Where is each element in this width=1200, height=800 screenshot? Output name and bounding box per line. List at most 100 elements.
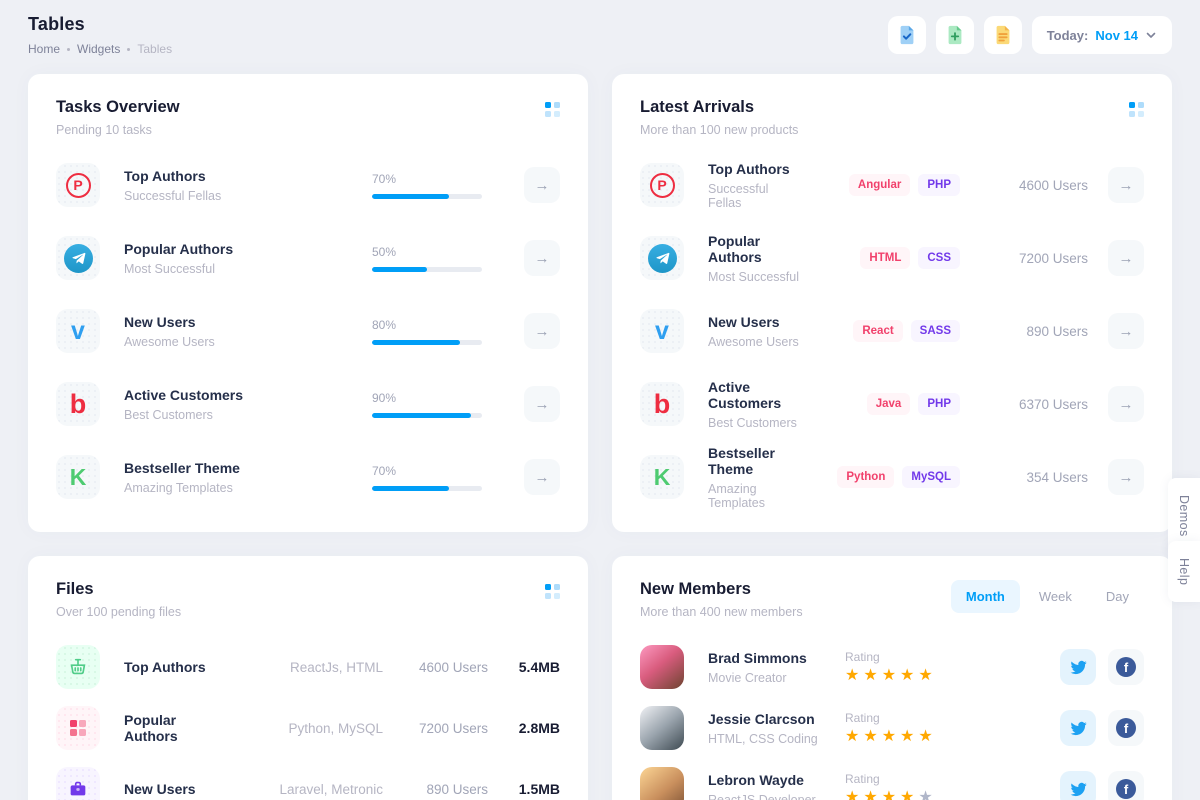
product-hunt-icon: P [56,163,100,207]
task-progress: 50% [372,245,482,272]
task-row: v New UsersAwesome Users 80% → [56,309,560,353]
files-card-subtitle: Over 100 pending files [56,605,181,619]
card-menu-icon[interactable] [1129,102,1144,117]
tag-badge: Java [867,393,911,415]
files-card-header: Files Over 100 pending files [56,580,560,619]
rating-label: Rating [845,772,1060,786]
breadcrumb-home[interactable]: Home [28,42,60,56]
member-role: Movie Creator [708,671,845,685]
kickstarter-icon: K [56,455,100,499]
kickstarter-icon: K [640,455,684,499]
task-title: New Users [124,314,372,330]
task-progress: 90% [372,391,482,418]
tag-badge: MySQL [902,466,960,488]
arrivals-card-title: Latest Arrivals [640,98,798,117]
file-check-button[interactable] [888,16,926,54]
member-name: Jessie Clarcson [708,711,845,727]
facebook-icon: f [1116,657,1136,677]
row-arrow-button[interactable]: → [524,167,560,203]
tasks-card-title: Tasks Overview [56,98,180,117]
chevron-down-icon [1145,29,1157,41]
row-arrow-button[interactable]: → [1108,386,1144,422]
twitter-icon [1070,659,1087,676]
file-row: Popular Authors Python, MySQL 7200 Users… [56,706,560,750]
facebook-button[interactable]: f [1108,710,1144,746]
member-rating: Rating ★★★★★ [845,711,1060,745]
date-selector[interactable]: Today: Nov 14 [1032,16,1172,54]
tab-month[interactable]: Month [951,580,1020,613]
member-role: HTML, CSS Coding [708,732,845,746]
arrival-title: Active Customers [708,379,805,411]
breadcrumb-separator [127,48,130,51]
dashboard-grid: Tasks Overview Pending 10 tasks P Top Au… [0,56,1200,800]
row-arrow-button[interactable]: → [524,313,560,349]
row-arrow-button[interactable]: → [1108,313,1144,349]
facebook-icon: f [1116,779,1136,799]
task-title: Top Authors [124,168,372,184]
file-title: New Users [124,781,233,797]
telegram-icon [56,236,100,280]
twitter-button[interactable] [1060,710,1096,746]
facebook-button[interactable]: f [1108,649,1144,685]
member-social: f [1060,710,1144,746]
tag-badge: PHP [918,393,960,415]
member-row: Lebron WaydeReactJS Developer Rating ★★★… [640,767,1144,800]
task-subtitle: Best Customers [124,408,372,422]
arrival-row: P Top AuthorsSuccessful Fellas AngularPH… [640,163,1144,207]
task-title: Bestseller Theme [124,460,372,476]
twitter-button[interactable] [1060,649,1096,685]
task-subtitle: Amazing Templates [124,481,372,495]
row-arrow-button[interactable]: → [1108,167,1144,203]
star-rating: ★★★★★ [845,668,1060,684]
file-users: 890 Users [383,782,488,797]
file-plus-button[interactable] [936,16,974,54]
file-lines-button[interactable] [984,16,1022,54]
basket-icon [56,645,100,689]
arrival-row: b Active CustomersBest Customers JavaPHP… [640,382,1144,426]
tasks-card-subtitle: Pending 10 tasks [56,123,180,137]
telegram-icon [640,236,684,280]
users-count: 890 Users [988,324,1088,339]
facebook-button[interactable]: f [1108,771,1144,800]
task-row: b Active CustomersBest Customers 90% → [56,382,560,426]
task-progress: 70% [372,464,482,491]
file-size: 2.8MB [488,720,560,736]
row-arrow-button[interactable]: → [1108,240,1144,276]
arrivals-rows: P Top AuthorsSuccessful Fellas AngularPH… [640,163,1144,499]
file-tech: ReactJs, HTML [233,660,383,675]
member-row: Brad SimmonsMovie Creator Rating ★★★★★ f [640,645,1144,689]
row-arrow-button[interactable]: → [524,459,560,495]
row-arrow-button[interactable]: → [1108,459,1144,495]
member-rating: Rating ★★★★★ [845,772,1060,800]
twitter-button[interactable] [1060,771,1096,800]
tab-week[interactable]: Week [1024,580,1087,613]
row-arrow-button[interactable]: → [524,386,560,422]
twitter-icon [1070,781,1087,798]
breadcrumb-widgets[interactable]: Widgets [77,42,120,56]
card-menu-icon[interactable] [545,584,560,599]
card-menu-icon[interactable] [545,102,560,117]
members-card-title: New Members [640,580,803,599]
progress-percent: 80% [372,318,482,332]
help-side-tab[interactable]: Help [1168,541,1200,602]
member-name: Lebron Wayde [708,772,845,788]
avatar [640,706,684,750]
grid-icon [56,706,100,750]
topbar: Tables Home Widgets Tables [0,0,1200,56]
row-arrow-button[interactable]: → [524,240,560,276]
member-row: Jessie Clarcson HTML, CSS Coding Rating ★… [640,706,1144,750]
files-card: Files Over 100 pending files Top Authors… [28,556,588,800]
tag-badge: Angular [849,174,910,196]
progress-percent: 70% [372,464,482,478]
file-row: Top Authors ReactJs, HTML 4600 Users 5.4… [56,645,560,689]
tab-day[interactable]: Day [1091,580,1144,613]
briefcase-icon [56,767,100,800]
tasks-card-header: Tasks Overview Pending 10 tasks [56,98,560,137]
top-actions: Today: Nov 14 [888,16,1172,54]
tasks-rows: P Top AuthorsSuccessful Fellas 70% → Pop… [56,163,560,499]
file-check-icon [896,24,918,46]
users-count: 7200 Users [988,251,1088,266]
members-card-subtitle: More than 400 new members [640,605,803,619]
task-title: Popular Authors [124,241,372,257]
users-count: 4600 Users [988,178,1088,193]
